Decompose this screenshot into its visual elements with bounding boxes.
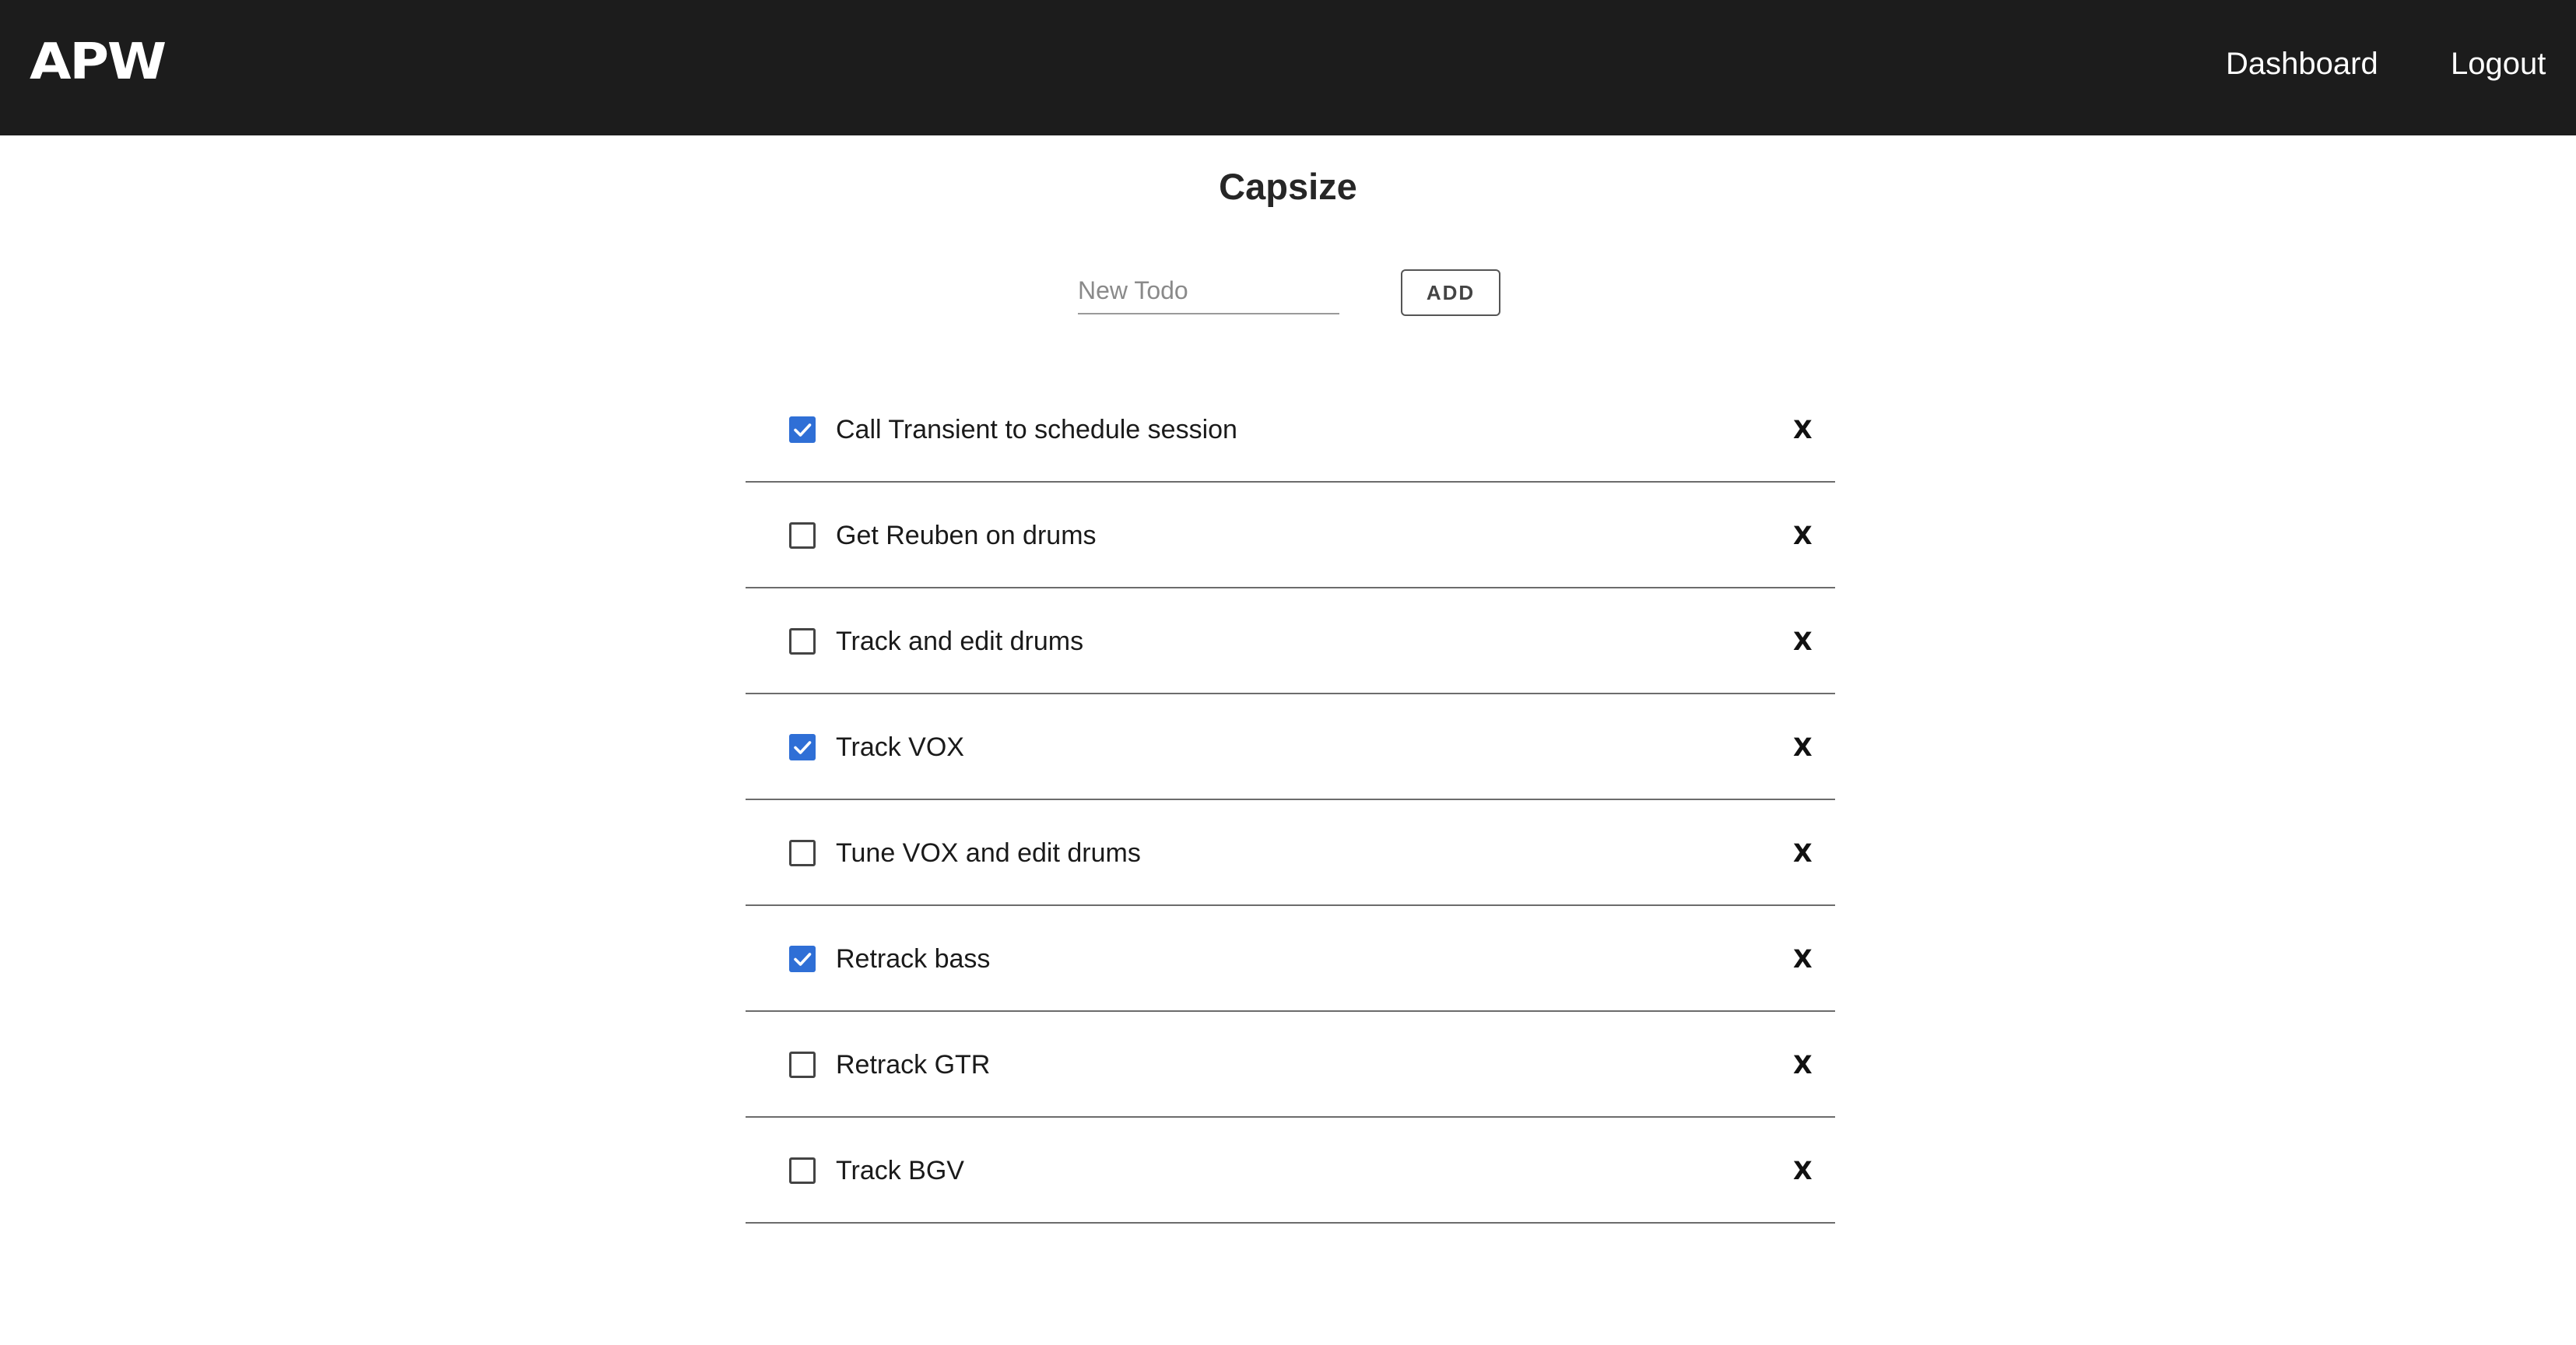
todo-text: Tune VOX and edit drums [836,838,1141,868]
nav-logout-link[interactable]: Logout [2451,44,2546,84]
todo-item: Track BGV X [746,1118,1835,1224]
todo-checkbox[interactable] [789,734,816,760]
todo-checkbox[interactable] [789,416,816,443]
todo-checkbox[interactable] [789,1157,816,1184]
todo-checkbox[interactable] [789,840,816,866]
new-todo-input[interactable] [1078,268,1339,314]
delete-todo-button[interactable]: X [1793,730,1813,764]
todo-item: Retrack bass X [746,906,1835,1012]
delete-todo-button[interactable]: X [1793,413,1813,447]
todo-text: Retrack GTR [836,1050,991,1080]
todo-text: Track VOX [836,732,964,762]
todo-text: Track and edit drums [836,627,1084,656]
check-icon [794,953,812,966]
todo-text: Get Reuben on drums [836,521,1097,550]
check-icon [794,423,812,437]
todo-text: Retrack bass [836,944,991,974]
todo-text: Track BGV [836,1156,964,1185]
todo-item: Retrack GTR X [746,1012,1835,1118]
todo-text: Call Transient to schedule session [836,415,1237,444]
todo-item: Track and edit drums X [746,588,1835,694]
todo-checkbox[interactable] [789,946,816,972]
check-icon [794,741,812,754]
todo-list: Call Transient to schedule session X Get… [746,377,1835,1224]
top-navigation-bar: APW Dashboard Logout [0,0,2576,135]
delete-todo-button[interactable]: X [1793,518,1813,553]
todo-item: Track VOX X [746,694,1835,800]
todo-checkbox[interactable] [789,522,816,549]
delete-todo-button[interactable]: X [1793,1048,1813,1082]
nav-dashboard-link[interactable]: Dashboard [2226,44,2378,84]
todo-checkbox[interactable] [789,1052,816,1078]
todo-item: Tune VOX and edit drums X [746,800,1835,906]
app-logo[interactable]: APW [30,34,167,90]
todo-item: Call Transient to schedule session X [746,377,1835,483]
todo-item: Get Reuben on drums X [746,483,1835,588]
add-todo-button[interactable]: ADD [1401,269,1500,316]
delete-todo-button[interactable]: X [1793,1154,1813,1188]
delete-todo-button[interactable]: X [1793,624,1813,658]
delete-todo-button[interactable]: X [1793,942,1813,976]
page-title: Capsize [1219,166,1357,207]
delete-todo-button[interactable]: X [1793,836,1813,870]
todo-checkbox[interactable] [789,628,816,655]
